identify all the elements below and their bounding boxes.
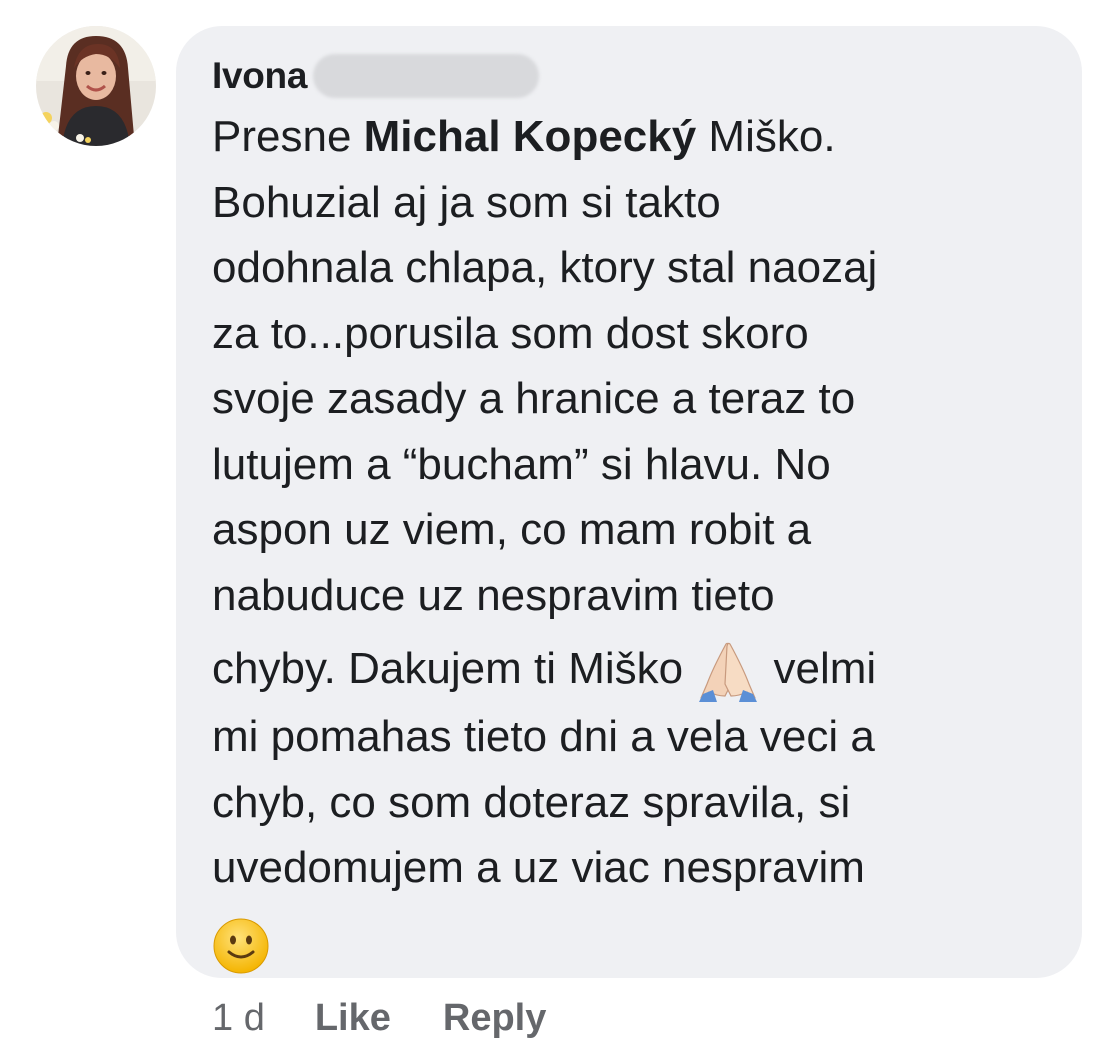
comment-line [212, 911, 1062, 977]
reply-button[interactable]: Reply [443, 997, 546, 1040]
comment-line: svoje zasady a hranice a teraz to [212, 374, 856, 423]
avatar[interactable] [36, 26, 156, 146]
like-button[interactable]: Like [315, 997, 391, 1040]
comment-line: chyb, co som doteraz spravila, si [212, 777, 851, 827]
comment-line: lutujem a “bucham” si hlavu. No [212, 439, 831, 489]
comment-author-name[interactable]: Ivona [212, 55, 307, 97]
comment-line: chyby. Dakujem ti Miško velmi [212, 636, 1062, 704]
comment-line: Presne Michal Kopecký Miško. [212, 104, 1062, 170]
comment-timestamp[interactable]: 1 d [212, 997, 265, 1040]
slightly-smiling-face-icon [212, 917, 270, 975]
comment-header: Ivona [212, 50, 540, 102]
avatar-photo [36, 26, 156, 146]
comment-text-segment: Presne [212, 112, 364, 161]
comment-line: uvedomujem a uz viac nespravim [212, 843, 865, 893]
comment-text-segment: velmi [761, 644, 877, 693]
comment-line: nabuduce uz nespravim tieto [212, 570, 775, 620]
comment-text-segment: Miško. [696, 112, 836, 161]
comment-line: mi pomahas tieto dni a vela veci a [212, 712, 875, 762]
redacted-surname [313, 54, 540, 98]
comment-line: aspon uz viem, co mam robit a [212, 505, 812, 554]
mention-link[interactable]: Michal Kopecký [364, 112, 697, 161]
comment-line: odohnala chlapa, ktory stal naozaj [212, 243, 878, 292]
comment-actions: 1 d Like Reply [212, 992, 546, 1044]
comment-text: Presne Michal Kopecký Miško. Bohuzial aj… [212, 104, 1062, 976]
comment-text-segment: chyby. Dakujem ti Miško [212, 644, 696, 693]
folded-hands-icon [695, 638, 761, 704]
comment-line: Bohuzial aj ja som si takto [212, 177, 721, 227]
comment-line: za to...porusila som dost skoro [212, 308, 809, 358]
